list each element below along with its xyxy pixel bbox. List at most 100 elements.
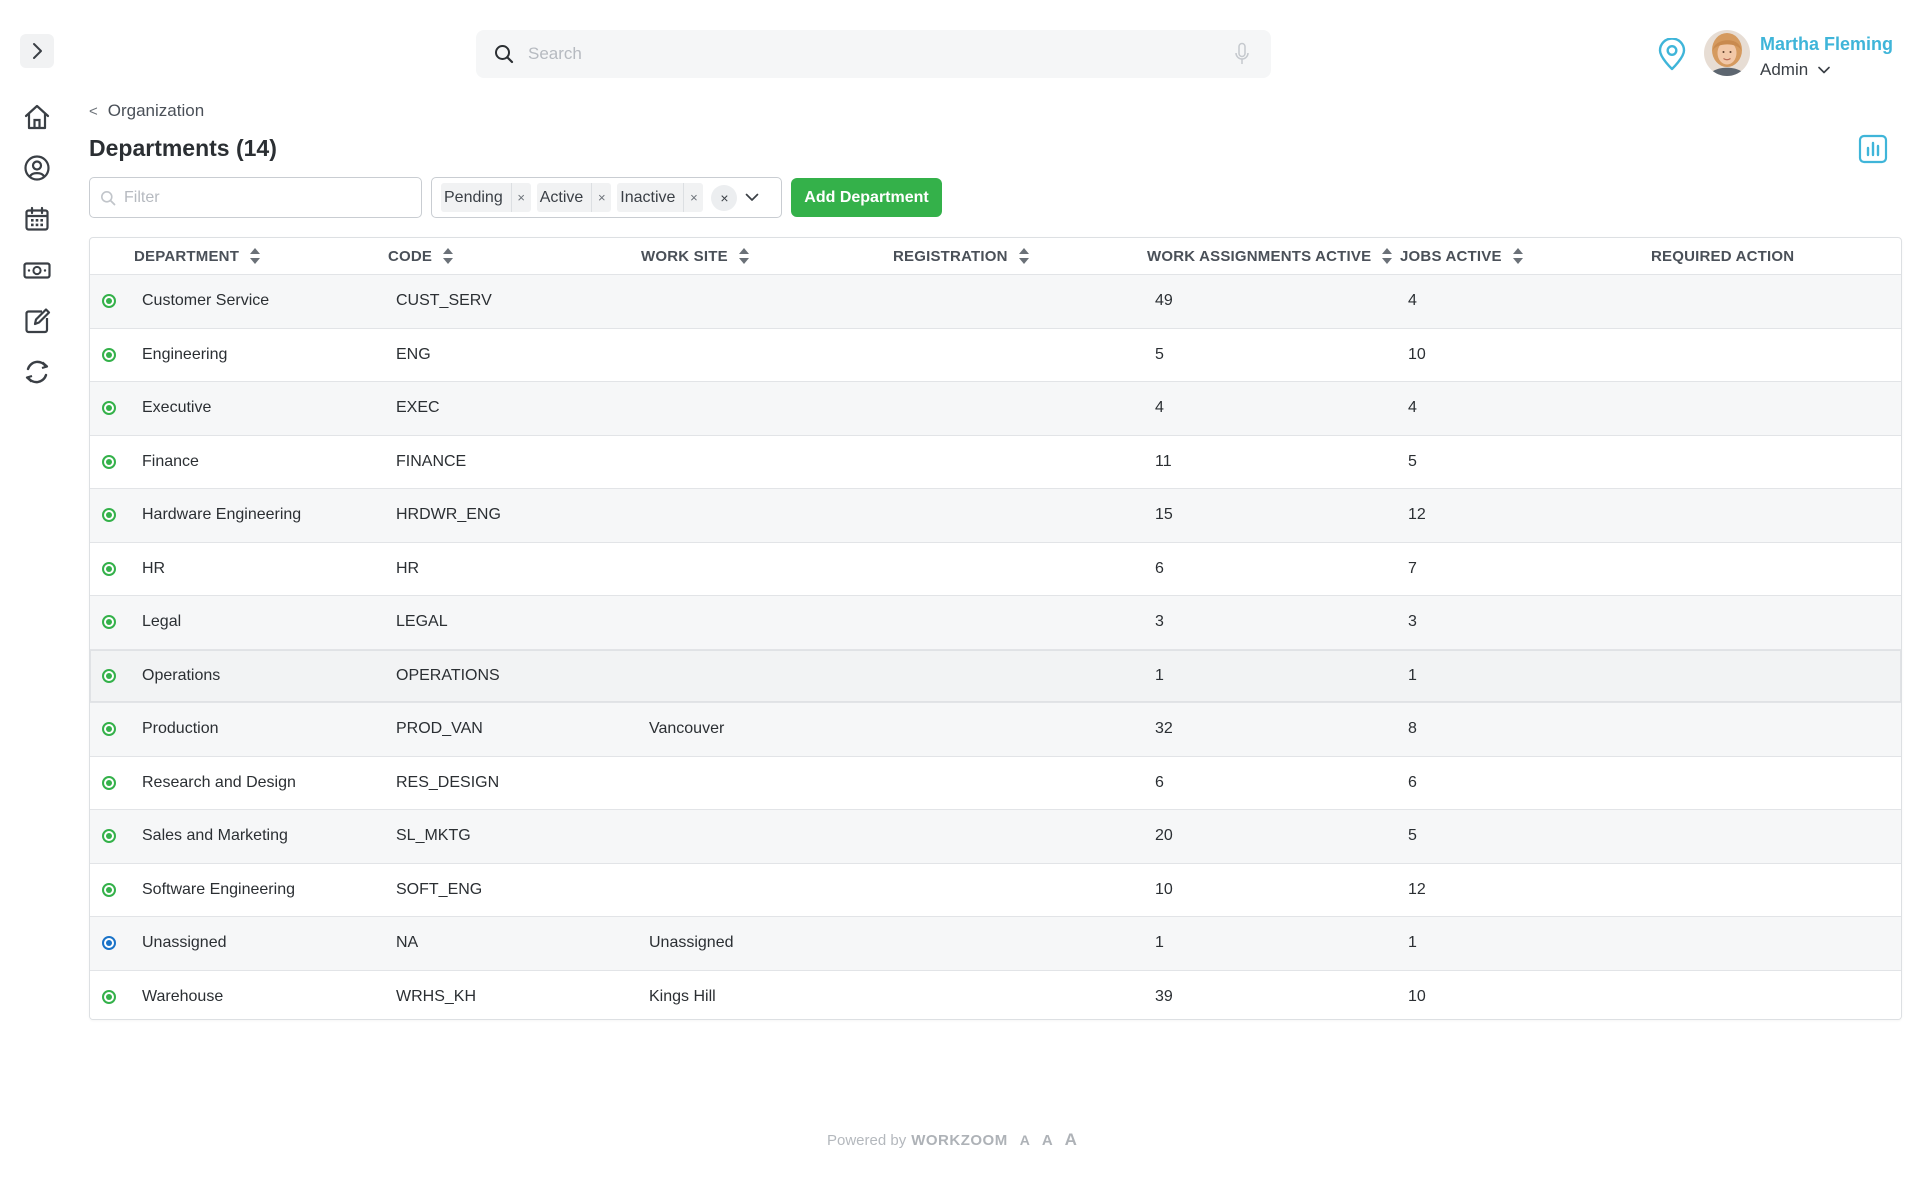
nav-home[interactable]: [18, 98, 56, 136]
filter-search-icon: [101, 190, 116, 205]
col-label: REQUIRED ACTION: [1651, 247, 1795, 265]
sort-icon: [1018, 247, 1030, 265]
table-row[interactable]: HR HR 6 7: [90, 541, 1901, 595]
status-active-icon: [102, 561, 116, 576]
col-work-site[interactable]: WORK SITE: [641, 238, 750, 274]
col-department[interactable]: DEPARTMENT: [134, 238, 261, 274]
footer: Powered by WORKZOOM A A A: [827, 1130, 1077, 1150]
cell-department: Executive: [142, 399, 212, 417]
chip-inactive: Inactive ×: [617, 183, 704, 212]
col-label: CODE: [388, 247, 433, 265]
table-row[interactable]: Finance FINANCE 11 5: [90, 434, 1901, 488]
cell-code: HRDWR_ENG: [396, 506, 501, 524]
table-row[interactable]: Software Engineering SOFT_ENG 10 12: [90, 862, 1901, 916]
user-circle-icon: [24, 155, 50, 181]
status-active-icon: [102, 401, 116, 416]
remove-chip-pending-button[interactable]: ×: [510, 183, 531, 212]
refresh-icon: [25, 360, 49, 384]
font-size-small-button[interactable]: A: [1020, 1132, 1030, 1148]
cell-department: Sales and Marketing: [142, 827, 288, 845]
cell-work-assignments: 32: [1155, 720, 1173, 738]
cell-work-assignments: 39: [1155, 987, 1173, 1005]
cell-work-assignments: 5: [1155, 345, 1164, 363]
col-label: WORK ASSIGNMENTS ACTIVE: [1147, 247, 1372, 265]
nav-sync[interactable]: [18, 353, 56, 391]
nav-payments[interactable]: [18, 251, 56, 289]
expand-sidebar-button[interactable]: [20, 34, 54, 68]
status-active-icon: [102, 829, 116, 844]
col-label: DEPARTMENT: [134, 247, 240, 265]
cell-code: CUST_SERV: [396, 292, 492, 310]
col-label: WORK SITE: [641, 247, 728, 265]
chip-active: Active ×: [536, 183, 612, 212]
cell-department: Operations: [142, 666, 221, 684]
cell-work-assignments: 3: [1155, 613, 1164, 631]
cell-code: SL_MKTG: [396, 827, 471, 845]
chip-label: Active: [539, 188, 584, 206]
sort-icon: [249, 247, 261, 265]
left-rail: [0, 0, 74, 1200]
table-row[interactable]: Warehouse WRHS_KH Kings Hill 39 10: [90, 969, 1901, 1019]
cell-work-site: Unassigned: [649, 934, 734, 952]
cell-department: Engineering: [142, 345, 228, 363]
departments-table: DEPARTMENT CODE WORK SITE REGISTRATION W…: [89, 237, 1902, 1020]
user-avatar[interactable]: [1704, 30, 1750, 76]
table-header: DEPARTMENT CODE WORK SITE REGISTRATION W…: [90, 238, 1901, 274]
table-row[interactable]: Sales and Marketing SL_MKTG 20 5: [90, 809, 1901, 863]
font-size-medium-button[interactable]: A: [1042, 1132, 1053, 1149]
sort-icon: [1381, 247, 1393, 265]
calendar-icon: [25, 206, 49, 231]
nav-profile[interactable]: [18, 149, 56, 187]
table-row[interactable]: Production PROD_VAN Vancouver 32 8: [90, 702, 1901, 756]
table-row[interactable]: Customer Service CUST_SERV 49 4: [90, 274, 1901, 328]
status-active-icon: [102, 508, 116, 523]
voice-search-button[interactable]: [1231, 41, 1253, 67]
table-row[interactable]: Engineering ENG 5 10: [90, 327, 1901, 381]
col-registration[interactable]: REGISTRATION: [893, 238, 1030, 274]
cell-work-assignments: 1: [1155, 934, 1164, 952]
search-input[interactable]: [528, 44, 1231, 64]
remove-chip-inactive-button[interactable]: ×: [683, 183, 703, 212]
col-jobs-active[interactable]: JOBS ACTIVE: [1400, 238, 1524, 274]
cell-jobs: 5: [1408, 827, 1417, 845]
table-row[interactable]: Unassigned NA Unassigned 1 1: [90, 916, 1901, 970]
cell-department: Customer Service: [142, 292, 270, 310]
chip-label: Pending: [444, 188, 503, 206]
status-multiselect[interactable]: Pending × Active × Inactive × ×: [431, 177, 782, 218]
status-active-icon: [102, 615, 116, 630]
table-row[interactable]: Legal LEGAL 3 3: [90, 595, 1901, 649]
nav-edit[interactable]: [18, 302, 56, 340]
add-department-button[interactable]: Add Department: [791, 178, 942, 217]
table-row[interactable]: Executive EXEC 4 4: [90, 381, 1901, 435]
col-code[interactable]: CODE: [388, 238, 454, 274]
filter-input[interactable]: [124, 188, 411, 207]
cell-code: PROD_VAN: [396, 720, 483, 738]
microphone-icon: [1235, 42, 1249, 64]
analytics-button[interactable]: [1858, 134, 1888, 164]
location-button[interactable]: [1656, 37, 1688, 72]
cell-department: Finance: [142, 452, 199, 470]
chip-pending: Pending ×: [441, 183, 531, 212]
status-active-icon: [102, 454, 116, 469]
cell-code: SOFT_ENG: [396, 880, 483, 898]
cell-code: NA: [396, 934, 419, 952]
rail-nav: [18, 98, 56, 404]
cell-code: WRHS_KH: [396, 987, 477, 1005]
user-name[interactable]: Martha Fleming: [1760, 34, 1893, 55]
cell-code: HR: [396, 559, 420, 577]
user-role-dropdown[interactable]: Admin: [1760, 60, 1893, 80]
cell-jobs: 10: [1408, 987, 1426, 1005]
table-row[interactable]: Operations OPERATIONS 1 1: [90, 648, 1901, 702]
search-icon: [495, 45, 514, 64]
remove-chip-active-button[interactable]: ×: [591, 183, 611, 212]
col-work-assignments-active[interactable]: WORK ASSIGNMENTS ACTIVE: [1147, 238, 1393, 274]
font-size-large-button[interactable]: A: [1065, 1130, 1077, 1150]
nav-calendar[interactable]: [18, 200, 56, 238]
cell-work-site: Vancouver: [649, 720, 725, 738]
status-dropdown-toggle[interactable]: [741, 185, 763, 211]
table-row[interactable]: Research and Design RES_DESIGN 6 6: [90, 755, 1901, 809]
table-row[interactable]: Hardware Engineering HRDWR_ENG 15 12: [90, 488, 1901, 542]
breadcrumb[interactable]: < Organization: [89, 101, 204, 121]
clear-status-filter-button[interactable]: ×: [711, 184, 738, 211]
edit-icon: [25, 308, 51, 334]
